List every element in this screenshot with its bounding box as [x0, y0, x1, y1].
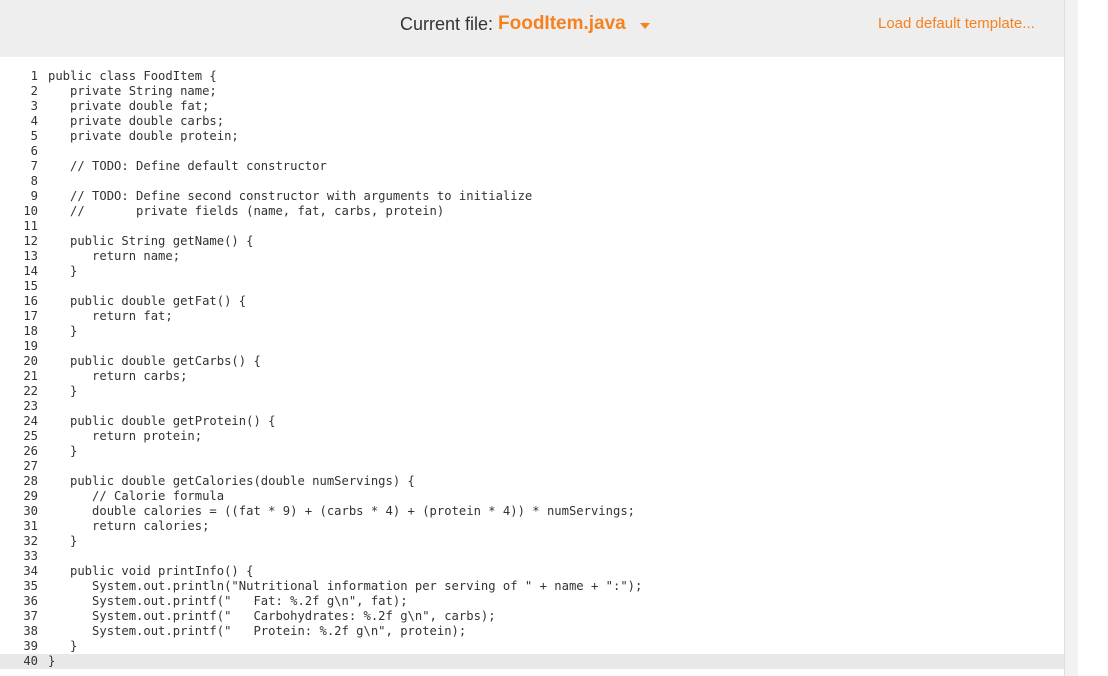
line-number-gutter: 1 2 3 4 5 6 7 8 9 10 11 12 13 14 15 16 17 18 19 20 21 22 23 24 2…: [0, 69, 40, 669]
line-number: 33: [23, 549, 38, 563]
code-line[interactable]: private String name;: [48, 84, 1058, 99]
code-line[interactable]: private double protein;: [48, 129, 1058, 144]
code-line[interactable]: }: [48, 444, 1058, 459]
code-line[interactable]: }: [48, 324, 1058, 339]
code-line[interactable]: [48, 459, 1058, 474]
line-number: 11: [23, 219, 38, 233]
code-line[interactable]: private double fat;: [48, 99, 1058, 114]
code-line[interactable]: // TODO: Define default constructor: [48, 159, 1058, 174]
line-number: 38: [23, 624, 38, 638]
code-line[interactable]: [48, 144, 1058, 159]
line-number: 36: [23, 594, 38, 608]
line-number: 18: [23, 324, 38, 338]
code-line[interactable]: [48, 279, 1058, 294]
code-line[interactable]: }: [48, 384, 1058, 399]
code-line[interactable]: public class FoodItem {: [48, 69, 1058, 84]
line-number: 6: [30, 144, 38, 158]
code-line[interactable]: [48, 399, 1058, 414]
code-line[interactable]: return fat;: [48, 309, 1058, 324]
line-number: 24: [23, 414, 38, 428]
code-line[interactable]: System.out.println("Nutritional informat…: [48, 579, 1058, 594]
line-number: 28: [23, 474, 38, 488]
current-file-label: Current file:: [400, 14, 494, 34]
code-line[interactable]: }: [48, 534, 1058, 549]
line-number: 25: [23, 429, 38, 443]
code-line[interactable]: public double getProtein() {: [48, 414, 1058, 429]
line-number: 22: [23, 384, 38, 398]
line-number: 37: [23, 609, 38, 623]
line-number: 30: [23, 504, 38, 518]
line-number: 4: [30, 114, 38, 128]
line-number: 17: [23, 309, 38, 323]
code-line[interactable]: public double getFat() {: [48, 294, 1058, 309]
code-line[interactable]: public String getName() {: [48, 234, 1058, 249]
code-line[interactable]: // TODO: Define second constructor with …: [48, 189, 1058, 204]
editor-scrollbar[interactable]: [1064, 0, 1078, 676]
line-number: 29: [23, 489, 38, 503]
line-number: 3: [30, 99, 38, 113]
line-number: 35: [23, 579, 38, 593]
code-line[interactable]: System.out.printf(" Fat: %.2f g\n", fat)…: [48, 594, 1058, 609]
line-number: 32: [23, 534, 38, 548]
code-line[interactable]: System.out.printf(" Protein: %.2f g\n", …: [48, 624, 1058, 639]
line-number: 21: [23, 369, 38, 383]
line-number: 1: [30, 69, 38, 83]
line-number: 26: [23, 444, 38, 458]
line-number: 9: [30, 189, 38, 203]
current-file-dropdown[interactable]: FoodItem.java: [498, 13, 626, 35]
load-default-template-link[interactable]: Load default template...: [878, 15, 1035, 32]
line-number: 10: [23, 204, 38, 218]
code-line[interactable]: [48, 339, 1058, 354]
code-line[interactable]: return calories;: [48, 519, 1058, 534]
code-line[interactable]: }: [48, 639, 1058, 654]
line-number: 7: [30, 159, 38, 173]
code-line[interactable]: return carbs;: [48, 369, 1058, 384]
line-number: 19: [23, 339, 38, 353]
code-line[interactable]: System.out.printf(" Carbohydrates: %.2f …: [48, 609, 1058, 624]
code-line[interactable]: [48, 174, 1058, 189]
line-number: 34: [23, 564, 38, 578]
line-number: 5: [30, 129, 38, 143]
code-line[interactable]: public double getCalories(double numServ…: [48, 474, 1058, 489]
line-number: 31: [23, 519, 38, 533]
line-number: 40: [23, 654, 38, 668]
code-line[interactable]: // private fields (name, fat, carbs, pro…: [48, 204, 1058, 219]
code-line[interactable]: return name;: [48, 249, 1058, 264]
line-number: 27: [23, 459, 38, 473]
line-number: 16: [23, 294, 38, 308]
line-number: 12: [23, 234, 38, 248]
code-line[interactable]: double calories = ((fat * 9) + (carbs * …: [48, 504, 1058, 519]
code-line[interactable]: private double carbs;: [48, 114, 1058, 129]
chevron-down-icon[interactable]: [640, 23, 650, 29]
code-line[interactable]: }: [48, 654, 1058, 669]
code-line[interactable]: public void printInfo() {: [48, 564, 1058, 579]
line-number: 13: [23, 249, 38, 263]
code-line[interactable]: public double getCarbs() {: [48, 354, 1058, 369]
code-line[interactable]: return protein;: [48, 429, 1058, 444]
editor-toolbar: Current file: FoodItem.java Load default…: [0, 0, 1064, 57]
line-number: 23: [23, 399, 38, 413]
code-line[interactable]: // Calorie formula: [48, 489, 1058, 504]
line-number: 20: [23, 354, 38, 368]
line-number: 15: [23, 279, 38, 293]
line-number: 2: [30, 84, 38, 98]
line-number: 39: [23, 639, 38, 653]
code-line[interactable]: }: [48, 264, 1058, 279]
line-number: 8: [30, 174, 38, 188]
code-line[interactable]: [48, 549, 1058, 564]
code-editor[interactable]: 1 2 3 4 5 6 7 8 9 10 11 12 13 14 15 16 17 18 19 20 21 22 23 24 2…: [0, 57, 1064, 676]
line-number: 14: [23, 264, 38, 278]
code-line[interactable]: [48, 219, 1058, 234]
code-content[interactable]: public class FoodItem { private String n…: [48, 69, 1058, 669]
